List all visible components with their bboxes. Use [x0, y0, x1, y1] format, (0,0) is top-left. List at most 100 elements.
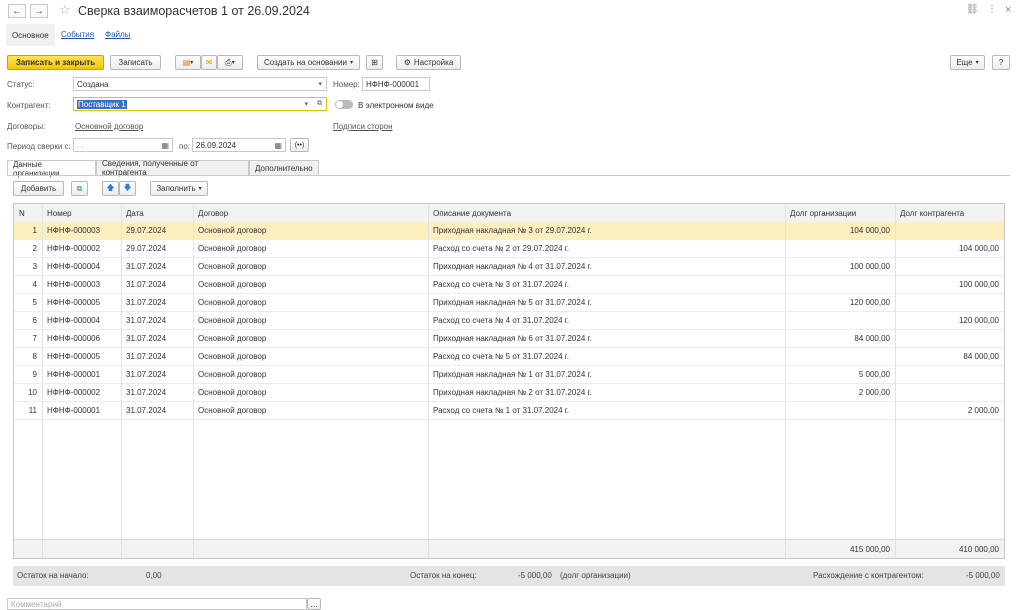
col-date-cell: 29.07.2024 [126, 244, 167, 253]
col-n-cell: 10 [28, 388, 37, 397]
col-contract-header[interactable]: Договор [193, 204, 428, 222]
more-menu-icon[interactable]: ⋮ [987, 4, 997, 15]
signatures-link[interactable]: Подписи сторон [333, 122, 393, 131]
chevron-down-icon[interactable]: ▾ [304, 100, 308, 108]
arrow-right-icon: → [34, 5, 44, 17]
col-description-header[interactable]: Описание документа [428, 204, 785, 222]
col-n-cell: 2 [32, 244, 37, 253]
col-cp-debt-cell [895, 222, 1004, 239]
table-row[interactable]: 6 НФНФ-000004 31.07.2024 Основной договор Ра… [14, 312, 1004, 330]
status-field[interactable]: Создана ▾ [73, 77, 327, 91]
col-number-cell: НФНФ-000001 [47, 406, 101, 415]
move-down-button[interactable]: 🡇 [119, 181, 136, 196]
contracts-label: Договоры: [7, 122, 46, 131]
period-select-button[interactable]: (••) [290, 138, 309, 152]
col-org-debt-header[interactable]: Долг организации [785, 204, 895, 222]
save-button[interactable]: Записать [110, 55, 161, 70]
help-button[interactable]: ? [992, 55, 1010, 70]
star-icon[interactable]: ☆ [59, 2, 71, 18]
more-button[interactable]: Еще ▾ [950, 55, 985, 70]
save-close-button[interactable]: Записать и закрыть [7, 55, 104, 70]
fill-button[interactable]: Заполнить ▾ [150, 181, 208, 196]
nav-events[interactable]: События [61, 30, 94, 39]
add-row-button[interactable]: Добавить [13, 181, 64, 196]
table-row[interactable]: 10 НФНФ-000002 31.07.2024 Основной договор П… [14, 384, 1004, 402]
table-row[interactable]: 8 НФНФ-000005 31.07.2024 Основной договор Ра… [14, 348, 1004, 366]
column-divider [895, 204, 896, 558]
open-icon[interactable]: ⧉ [317, 100, 322, 108]
tab-counterparty-data[interactable]: Сведения, полученные от контрагента [96, 159, 249, 177]
arrow-down-icon: 🡇 [123, 182, 132, 192]
create-based-button[interactable]: Создать на основании ▾ [257, 55, 360, 70]
col-description-cell: Расход со счета № 3 от 31.07.2024 г. [433, 280, 569, 289]
col-number-cell: НФНФ-000004 [47, 316, 101, 325]
col-date-cell: 31.07.2024 [126, 370, 167, 379]
table-row[interactable]: 5 НФНФ-000005 31.07.2024 Основной договор Пр… [14, 294, 1004, 312]
counterparty-field[interactable]: Поставщик 1 ▾ ⧉ [73, 97, 327, 111]
nav-main[interactable]: Основное [6, 24, 55, 46]
col-number-cell: НФНФ-000006 [47, 334, 101, 343]
link-icon[interactable]: ⛓ [966, 4, 979, 15]
col-number-cell: НФНФ-000001 [47, 370, 101, 379]
total-cp-debt: 410 000,00 [958, 544, 999, 554]
email-button[interactable]: ✉ [201, 55, 217, 70]
nav-files[interactable]: Файлы [105, 30, 130, 39]
ellipsis-icon: … [310, 599, 318, 609]
col-cp-debt-cell [895, 366, 1004, 383]
comment-expand-button[interactable]: … [307, 598, 321, 610]
period-to-field[interactable]: 26.09.2024 ▦ [192, 138, 286, 152]
period-label: Период сверки с: [7, 142, 71, 151]
calendar-icon[interactable]: ▦ [161, 141, 169, 150]
col-contract-cell: Основной договор [198, 388, 267, 397]
summary-bar: Остаток на начало: 0,00 Остаток на конец… [13, 566, 1005, 586]
col-org-debt-cell [785, 276, 895, 293]
table-row[interactable]: 7 НФНФ-000006 31.07.2024 Основной договор Пр… [14, 330, 1004, 348]
col-date-header[interactable]: Дата [121, 204, 193, 222]
print-doc-button[interactable]: ▤ ▾ [175, 55, 201, 70]
move-up-button[interactable]: 🡅 [102, 181, 119, 196]
tab-org-data[interactable]: Данные организации [7, 160, 96, 178]
col-contract-cell: Основной договор [198, 280, 267, 289]
document-icon: ▤ [182, 58, 191, 67]
col-n-cell: 4 [32, 280, 37, 289]
back-button[interactable]: ← [8, 4, 26, 18]
documents-table[interactable]: N Номер Дата Договор Описание документа Долг … [13, 203, 1005, 559]
tab-additional[interactable]: Дополнительно [249, 160, 319, 175]
settings-button[interactable]: ⚙ Настройка [396, 55, 461, 70]
table-row[interactable]: 9 НФНФ-000001 31.07.2024 Основной договор Пр… [14, 366, 1004, 384]
comment-field[interactable]: Комментарий [7, 598, 307, 610]
col-contract-cell: Основной договор [198, 352, 267, 361]
col-description-cell: Приходная накладная № 5 от 31.07.2024 г. [433, 298, 592, 307]
table-row[interactable]: 3 НФНФ-000004 31.07.2024 Основной договор Пр… [14, 258, 1004, 276]
number-label: Номер: [333, 80, 360, 89]
print-button[interactable]: ⎙ ▾ [217, 55, 243, 70]
forward-button[interactable]: → [30, 4, 48, 18]
diff-label: Расхождение с контрагентом: [813, 571, 924, 580]
column-divider [428, 204, 429, 558]
period-from-field[interactable]: . . ▦ [73, 138, 173, 152]
col-description-cell: Приходная накладная № 4 от 31.07.2024 г. [433, 262, 592, 271]
col-contract-cell: Основной договор [198, 298, 267, 307]
gear-icon: ⚙ [403, 58, 411, 67]
envelope-icon: ✉ [205, 58, 213, 67]
calendar-icon[interactable]: ▦ [274, 141, 282, 150]
electronic-toggle[interactable] [335, 100, 353, 109]
chevron-down-icon[interactable]: ▾ [318, 80, 322, 88]
col-n-cell: 6 [32, 316, 37, 325]
table-row[interactable]: 2 НФНФ-000002 29.07.2024 Основной договор Ра… [14, 240, 1004, 258]
close-icon[interactable]: × [1005, 4, 1011, 16]
col-cp-debt-header[interactable]: Долг контрагента [895, 204, 1004, 222]
table-row[interactable]: 11 НФНФ-000001 31.07.2024 Основной договор Р… [14, 402, 1004, 420]
table-row[interactable]: 4 НФНФ-000003 31.07.2024 Основной договор Ра… [14, 276, 1004, 294]
col-number-header[interactable]: Номер [42, 204, 121, 222]
copy-row-button[interactable]: ⧉ [71, 181, 88, 196]
structure-button[interactable]: ⊞ [366, 55, 383, 70]
arrow-left-icon: ← [12, 5, 22, 17]
col-n-header[interactable]: N [14, 204, 42, 222]
col-description-cell: Приходная накладная № 2 от 31.07.2024 г. [433, 388, 592, 397]
number-field[interactable]: НФНФ-000001 [362, 77, 430, 91]
table-row[interactable]: 1 НФНФ-000003 29.07.2024 Основной договор Пр… [14, 222, 1004, 240]
contracts-link[interactable]: Основной договор [75, 122, 143, 131]
col-number-cell: НФНФ-000005 [47, 298, 101, 307]
hierarchy-icon: ⊞ [371, 58, 378, 67]
